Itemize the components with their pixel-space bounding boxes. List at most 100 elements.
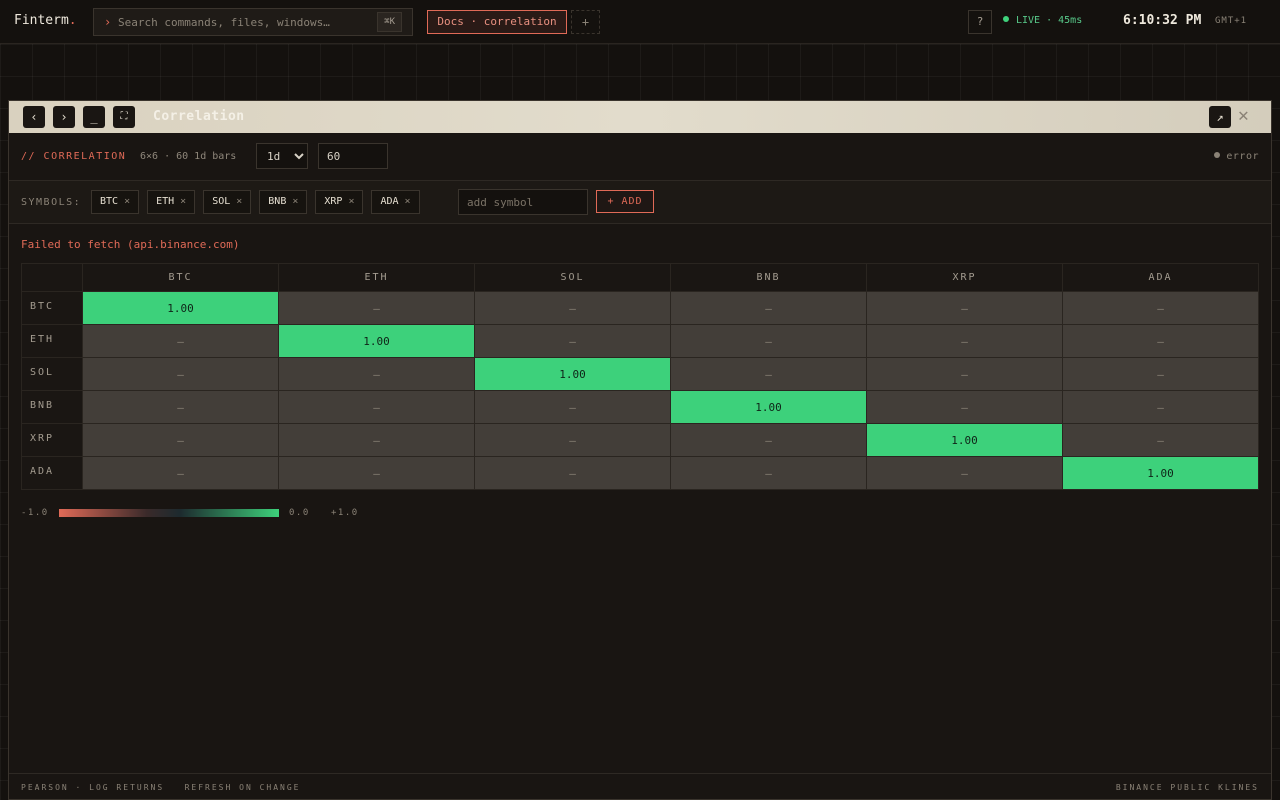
symbol-chip-label: SOL	[212, 196, 231, 207]
correlation-toolbar: // CORRELATION 6×6 · 60 1d bars 1d error	[9, 133, 1271, 181]
matrix-cell: —	[1062, 324, 1259, 358]
timezone: GMT+1	[1215, 16, 1248, 26]
live-dot-icon	[1003, 16, 1009, 22]
matrix-cell: —	[866, 324, 1063, 358]
matrix-cell: 1.00	[1062, 456, 1259, 490]
footer-method: PEARSON · LOG RETURNS REFRESH ON CHANGE	[21, 783, 301, 792]
symbol-chip[interactable]: BTC ×	[91, 190, 140, 214]
remove-icon[interactable]: ×	[236, 196, 242, 207]
symbol-chip[interactable]: XRP ×	[315, 190, 364, 214]
status-indicator: error	[1214, 151, 1259, 162]
matrix-cell: —	[278, 357, 475, 391]
correlation-matrix: BTC ETH SOL BNB XRP ADA BTC 1.00 — — — —…	[21, 263, 1259, 490]
window-footer: PEARSON · LOG RETURNS REFRESH ON CHANGE …	[9, 773, 1271, 799]
matrix-row: SOL — — 1.00 — — —	[21, 357, 1259, 391]
add-symbol-button[interactable]: + ADD	[596, 190, 654, 213]
matrix-cell: —	[866, 390, 1063, 424]
matrix-row: BTC 1.00 — — — — —	[21, 291, 1259, 325]
matrix-cell: —	[670, 456, 867, 490]
top-bar: Finterm. › ⌘K Docs · correlation + ? LIV…	[0, 0, 1280, 44]
window-titlebar[interactable]: ‹ › _ ⛶ Correlation ↗ ✕	[9, 101, 1271, 133]
remove-icon[interactable]: ×	[348, 196, 354, 207]
symbol-chips: BTC × ETH × SOL × BNB × XRP × ADA ×	[91, 190, 420, 214]
window-title: Correlation	[153, 109, 245, 124]
help-button[interactable]: ?	[968, 10, 992, 34]
matrix-cell: 1.00	[278, 324, 475, 358]
bars-input[interactable]	[318, 143, 388, 169]
remove-icon[interactable]: ×	[292, 196, 298, 207]
matrix-cell: —	[866, 357, 1063, 391]
symbol-chip[interactable]: ETH ×	[147, 190, 196, 214]
symbol-chip[interactable]: SOL ×	[203, 190, 252, 214]
row-header: BTC	[21, 291, 83, 325]
search-input[interactable]	[118, 12, 368, 32]
interval-select[interactable]: 1d	[256, 143, 308, 169]
section-label: // CORRELATION	[21, 151, 127, 162]
matrix-cell: —	[474, 324, 671, 358]
remove-icon[interactable]: ×	[405, 196, 411, 207]
command-search[interactable]: › ⌘K	[93, 8, 413, 36]
add-symbol-input[interactable]	[458, 189, 588, 215]
matrix-cell: —	[1062, 423, 1259, 457]
matrix-info: 6×6 · 60 1d bars	[140, 151, 237, 162]
matrix-cell: —	[1062, 357, 1259, 391]
matrix-row: BNB — — — 1.00 — —	[21, 390, 1259, 424]
back-button[interactable]: ‹	[23, 106, 45, 128]
legend-mid-label: 0.0	[289, 508, 310, 518]
forward-button[interactable]: ›	[53, 106, 75, 128]
matrix-cell: —	[1062, 390, 1259, 424]
matrix-cell: —	[670, 423, 867, 457]
column-header: BTC	[82, 263, 279, 292]
matrix-cell: —	[82, 390, 279, 424]
row-header: ETH	[21, 324, 83, 358]
row-header: ADA	[21, 456, 83, 490]
row-header: XRP	[21, 423, 83, 457]
matrix-row: ETH — 1.00 — — — —	[21, 324, 1259, 358]
search-shortcut: ⌘K	[377, 12, 402, 32]
remove-icon[interactable]: ×	[180, 196, 186, 207]
matrix-row: ADA — — — — — 1.00	[21, 456, 1259, 490]
add-tab-button[interactable]: +	[571, 10, 600, 34]
column-header: XRP	[866, 263, 1063, 292]
close-button[interactable]: ✕	[1238, 105, 1249, 126]
row-header: SOL	[21, 357, 83, 391]
tab-docs-correlation[interactable]: Docs · correlation	[427, 10, 567, 34]
symbol-chip[interactable]: BNB ×	[259, 190, 308, 214]
matrix-cell: —	[278, 390, 475, 424]
matrix-cell: 1.00	[474, 357, 671, 391]
matrix-cell: —	[670, 357, 867, 391]
matrix-cell: —	[866, 291, 1063, 325]
minimize-button[interactable]: _	[83, 106, 105, 128]
symbol-chip-label: BTC	[100, 196, 119, 207]
symbol-chip-label: XRP	[324, 196, 343, 207]
matrix-cell: —	[866, 456, 1063, 490]
column-header: ETH	[278, 263, 475, 292]
error-message: Failed to fetch (api.binance.com)	[21, 238, 240, 251]
chevron-right-icon: ›	[104, 15, 112, 29]
matrix-corner	[21, 263, 83, 292]
matrix-cell: —	[82, 357, 279, 391]
column-header: BNB	[670, 263, 867, 292]
matrix-cell: —	[474, 456, 671, 490]
column-header: SOL	[474, 263, 671, 292]
legend-gradient-bar	[59, 509, 279, 517]
column-header: ADA	[1062, 263, 1259, 292]
status-dot-icon	[1214, 152, 1221, 158]
matrix-cell: —	[82, 456, 279, 490]
popout-button[interactable]: ↗	[1209, 106, 1231, 128]
remove-icon[interactable]: ×	[124, 196, 130, 207]
maximize-button[interactable]: ⛶	[113, 106, 135, 128]
matrix-cell: —	[278, 291, 475, 325]
app-brand: Finterm.	[14, 13, 77, 28]
correlation-window: ‹ › _ ⛶ Correlation ↗ ✕ // CORRELATION 6…	[8, 100, 1272, 800]
symbols-bar: SYMBOLS: BTC × ETH × SOL × BNB × XRP × ADA × +…	[9, 181, 1271, 224]
matrix-header-row: BTC ETH SOL BNB XRP ADA	[21, 263, 1259, 292]
matrix-cell: —	[670, 324, 867, 358]
matrix-cell: —	[82, 324, 279, 358]
matrix-row: XRP — — — — 1.00 —	[21, 423, 1259, 457]
matrix-cell: —	[670, 291, 867, 325]
symbol-chip-label: BNB	[268, 196, 287, 207]
clock: 6:10:32 PM	[1123, 13, 1202, 28]
symbol-chip[interactable]: ADA ×	[371, 190, 420, 214]
matrix-cell: —	[278, 456, 475, 490]
